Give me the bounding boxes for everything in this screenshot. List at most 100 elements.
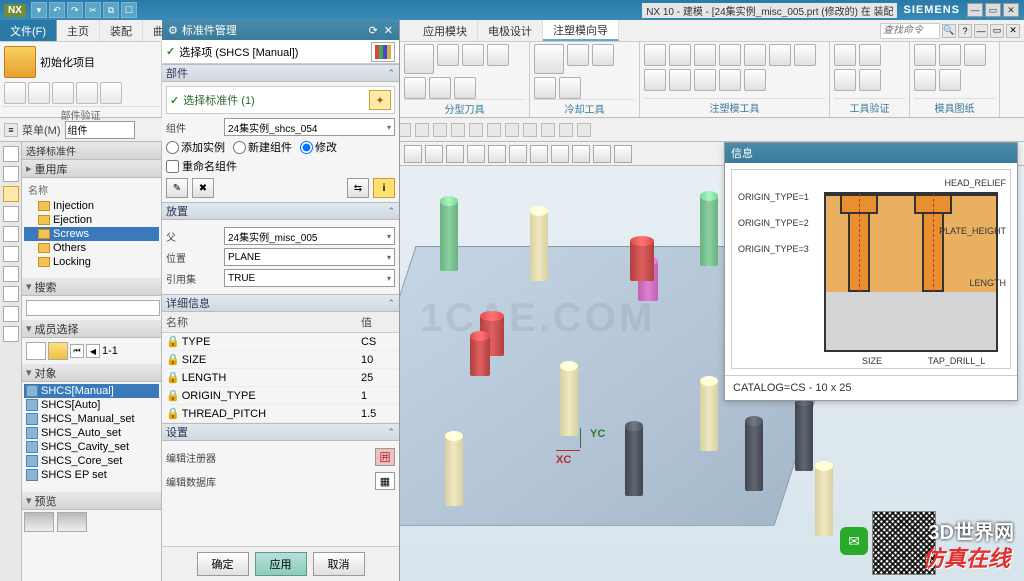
- list-item[interactable]: SHCS_Cavity_set: [24, 440, 159, 454]
- ribbon-icon[interactable]: [744, 69, 766, 91]
- preview-header[interactable]: ▾预览: [22, 492, 161, 510]
- ribbon-icon[interactable]: [794, 44, 816, 66]
- ribbon-icon[interactable]: [669, 44, 691, 66]
- view-icon[interactable]: [26, 342, 46, 360]
- ribbon-icon[interactable]: [964, 44, 986, 66]
- tb-icon[interactable]: [505, 123, 519, 137]
- crosshair-icon[interactable]: ✦: [369, 90, 391, 110]
- filter-combo[interactable]: 组件: [65, 121, 135, 139]
- tb-icon[interactable]: [577, 123, 591, 137]
- nav-icon[interactable]: [3, 286, 19, 302]
- ribbon-icon[interactable]: [404, 44, 434, 74]
- page-first[interactable]: ⏮: [70, 344, 84, 358]
- nav-icon[interactable]: [3, 206, 19, 222]
- vp-icon[interactable]: [530, 145, 548, 163]
- ribbon-icon[interactable]: [834, 44, 856, 66]
- reuse-lib-header[interactable]: ▸重用库: [22, 160, 161, 178]
- vp-icon[interactable]: [446, 145, 464, 163]
- list-item[interactable]: SHCS_Manual_set: [24, 412, 159, 426]
- ribbon-icon[interactable]: [592, 44, 614, 66]
- flip-icon[interactable]: ⇆: [347, 178, 369, 198]
- radio-new[interactable]: 新建组件: [233, 139, 292, 155]
- tree-item[interactable]: Screws: [24, 227, 159, 241]
- tree-item[interactable]: Injection: [24, 199, 159, 213]
- ribbon-icon[interactable]: [859, 69, 881, 91]
- help-icon[interactable]: ?: [958, 24, 972, 38]
- nav-icon[interactable]: [3, 326, 19, 342]
- copy-icon[interactable]: ⧉: [103, 2, 119, 18]
- vp-icon[interactable]: [509, 145, 527, 163]
- table-row[interactable]: 🔒LENGTH25: [162, 369, 399, 387]
- cancel-button[interactable]: 取消: [313, 552, 365, 576]
- delete-icon[interactable]: ✖: [192, 178, 214, 198]
- init-project-button[interactable]: 初始化项目: [2, 44, 159, 80]
- ribbon-icon[interactable]: [534, 44, 564, 74]
- dialog-refresh-icon[interactable]: ⟳: [369, 24, 378, 37]
- ribbon-icon[interactable]: [429, 77, 451, 99]
- tab-app-module[interactable]: 应用模块: [413, 20, 478, 41]
- edit-registry-button[interactable]: 囲: [375, 448, 395, 466]
- tb-icon[interactable]: [559, 123, 573, 137]
- min-child-icon[interactable]: —: [974, 24, 988, 38]
- ribbon-icon[interactable]: [694, 69, 716, 91]
- tb-icon[interactable]: [415, 123, 429, 137]
- list-item[interactable]: SHCS[Manual]: [24, 384, 159, 398]
- ribbon-icon[interactable]: [859, 44, 881, 66]
- section-detail[interactable]: 详细信息: [162, 294, 399, 312]
- table-row[interactable]: 🔒SIZE10: [162, 351, 399, 369]
- ribbon-icon[interactable]: [534, 77, 556, 99]
- nav-icon[interactable]: [3, 166, 19, 182]
- ribbon-icon[interactable]: [914, 44, 936, 66]
- list-item[interactable]: SHCS[Auto]: [24, 398, 159, 412]
- maximize-button[interactable]: ▭: [985, 3, 1001, 17]
- nav-icon[interactable]: [3, 246, 19, 262]
- list-item[interactable]: SHCS EP set: [24, 468, 159, 482]
- ribbon-icon[interactable]: [52, 82, 74, 104]
- lib-search-input[interactable]: [26, 300, 160, 316]
- section-settings[interactable]: 设置: [162, 423, 399, 441]
- ribbon-icon[interactable]: [834, 69, 856, 91]
- table-row[interactable]: 🔒ORIGIN_TYPE1: [162, 387, 399, 405]
- preview-thumb[interactable]: [57, 512, 87, 532]
- section-part[interactable]: 部件: [162, 64, 399, 82]
- save-icon[interactable]: ▾: [31, 2, 47, 18]
- tab-mold-wizard[interactable]: 注塑模向导: [543, 20, 619, 41]
- tab-electrode[interactable]: 电极设计: [478, 20, 543, 41]
- ribbon-icon[interactable]: [404, 77, 426, 99]
- nav-icon[interactable]: [3, 186, 19, 202]
- close-button[interactable]: ✕: [1003, 3, 1019, 17]
- section-placement[interactable]: 放置: [162, 202, 399, 220]
- ribbon-icon[interactable]: [939, 44, 961, 66]
- member-header[interactable]: ▾成员选择: [22, 320, 161, 338]
- vp-icon[interactable]: [425, 145, 443, 163]
- vp-icon[interactable]: [467, 145, 485, 163]
- undo-icon[interactable]: ↶: [49, 2, 65, 18]
- close-child-icon[interactable]: ✕: [1006, 24, 1020, 38]
- tree-item[interactable]: Locking: [24, 255, 159, 269]
- ribbon-icon[interactable]: [567, 44, 589, 66]
- tb-icon[interactable]: [523, 123, 537, 137]
- draw-icon[interactable]: ✎: [166, 178, 188, 198]
- nav-icon[interactable]: [3, 306, 19, 322]
- list-item[interactable]: SHCS_Auto_set: [24, 426, 159, 440]
- nav-icon[interactable]: [3, 146, 19, 162]
- ribbon-icon[interactable]: [487, 44, 509, 66]
- nav-icon[interactable]: [3, 266, 19, 282]
- ribbon-icon[interactable]: [769, 44, 791, 66]
- ribbon-icon[interactable]: [669, 69, 691, 91]
- ribbon-icon[interactable]: [454, 77, 476, 99]
- dialog-close-icon[interactable]: ✕: [384, 24, 393, 37]
- ribbon-icon[interactable]: [914, 69, 936, 91]
- filter-icon[interactable]: [48, 342, 68, 360]
- ribbon-icon[interactable]: [28, 82, 50, 104]
- minimize-button[interactable]: —: [967, 3, 983, 17]
- ribbon-icon[interactable]: [939, 69, 961, 91]
- radio-add[interactable]: 添加实例: [166, 139, 225, 155]
- tb-icon[interactable]: [469, 123, 483, 137]
- list-item[interactable]: SHCS_Core_set: [24, 454, 159, 468]
- tb-icon[interactable]: [451, 123, 465, 137]
- objects-header[interactable]: ▾对象: [22, 364, 161, 382]
- tab-home[interactable]: 主页: [57, 20, 100, 41]
- tb-icon[interactable]: [487, 123, 501, 137]
- tree-item[interactable]: Ejection: [24, 213, 159, 227]
